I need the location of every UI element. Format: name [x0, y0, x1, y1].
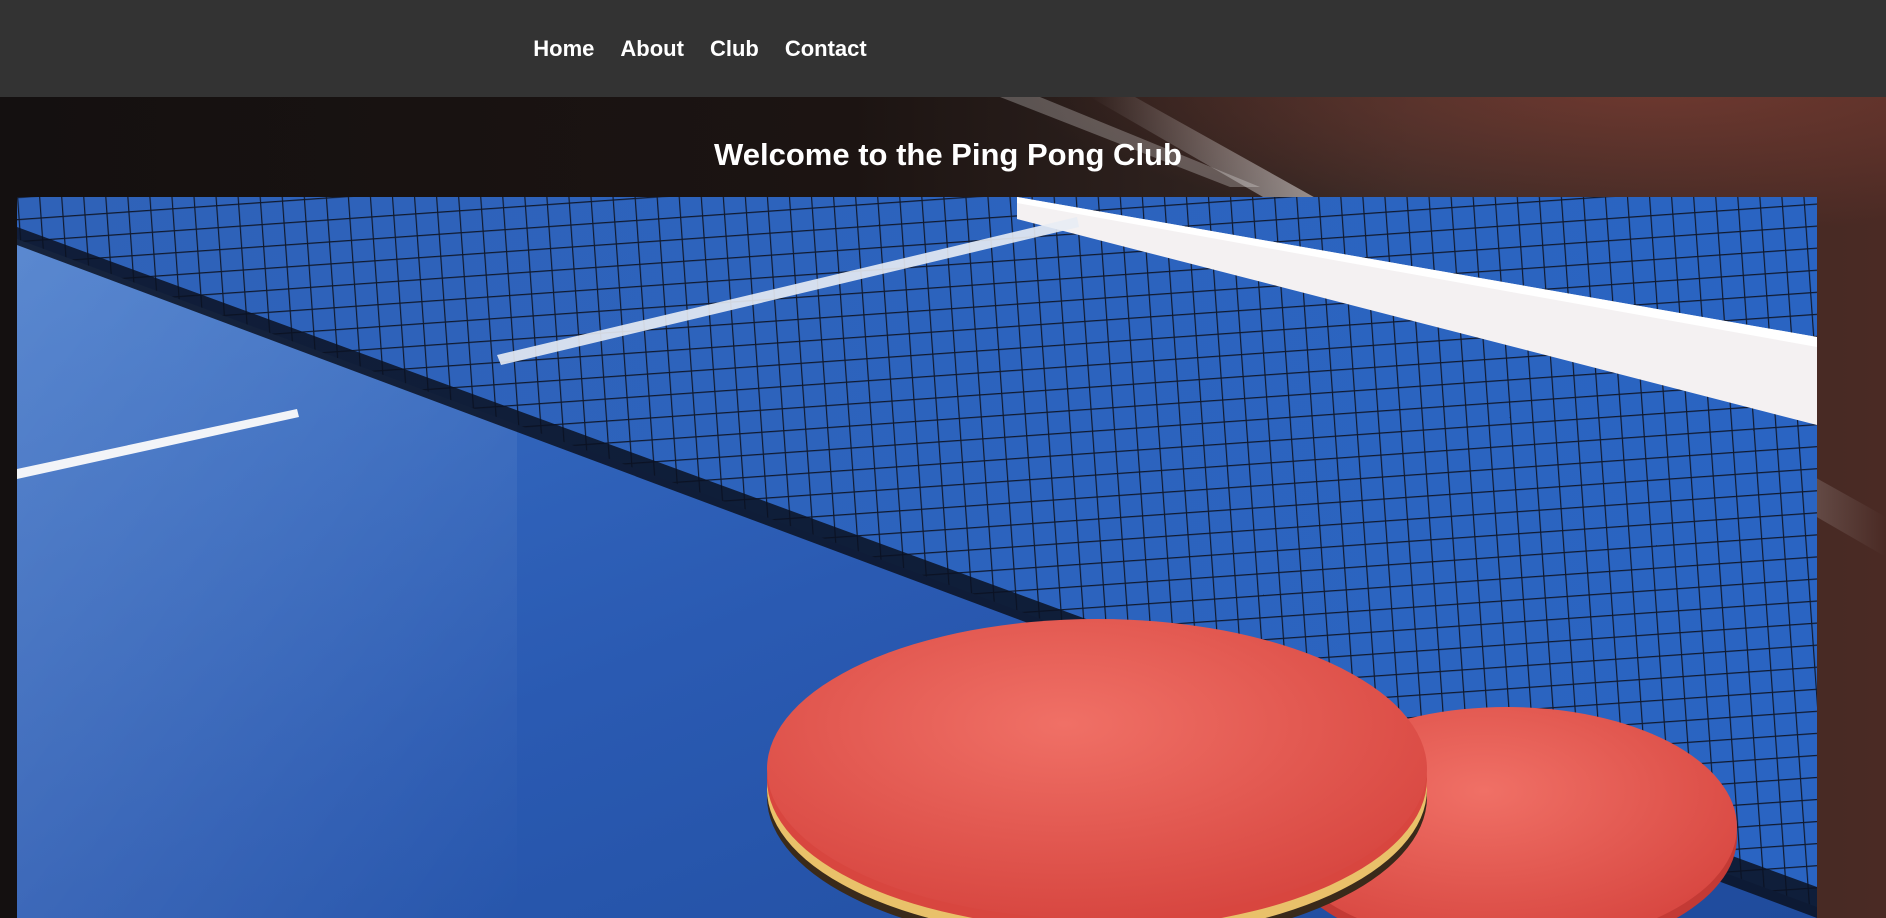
- hero-image: [17, 197, 1817, 918]
- ping-pong-photo: [17, 197, 1817, 918]
- nav-link-about[interactable]: About: [607, 36, 697, 62]
- nav-link-club[interactable]: Club: [697, 36, 772, 62]
- hero-title: Welcome to the Ping Pong Club: [714, 137, 1182, 172]
- top-navbar: Home About Club Contact: [0, 0, 1886, 97]
- nav-link-home[interactable]: Home: [520, 36, 607, 62]
- hero-section: Welcome to the Ping Pong Club: [0, 97, 1886, 918]
- nav-menu: Home About Club Contact: [520, 36, 879, 62]
- nav-link-contact[interactable]: Contact: [772, 36, 880, 62]
